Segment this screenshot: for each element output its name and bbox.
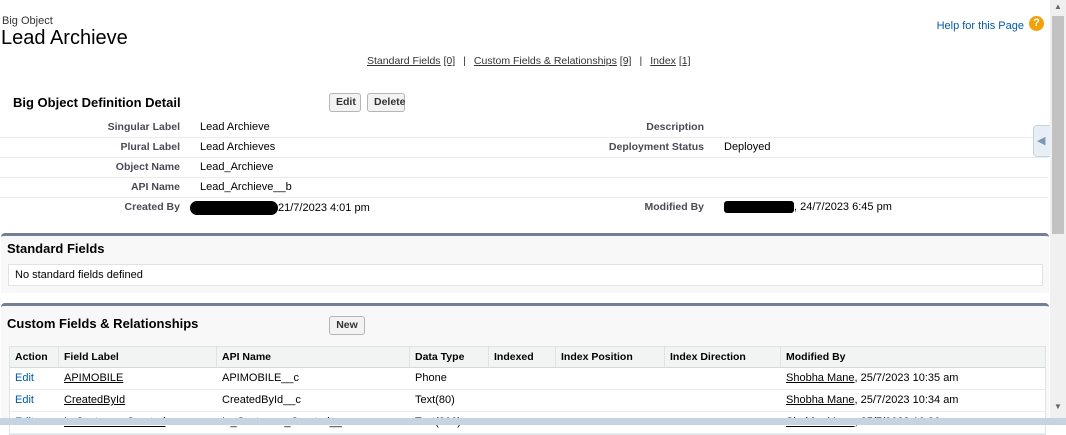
data-type: Text(80) <box>415 394 455 406</box>
edit-link[interactable]: Edit <box>15 394 34 406</box>
field-label: Modified By <box>644 201 705 213</box>
api-name: APIMOBILE__c <box>222 372 300 384</box>
field-label-link[interactable]: APIMOBILE <box>64 372 123 384</box>
field-label: Deployment Status <box>608 141 704 153</box>
field-label: Singular Label <box>107 121 180 133</box>
jump-custom-count[interactable]: [9] <box>620 55 632 67</box>
column-header[interactable]: Indexed <box>494 351 534 363</box>
field-label: Plural Label <box>120 141 180 153</box>
help-link[interactable]: Help for this Page <box>937 20 1024 32</box>
api-name: CreatedById__c <box>222 394 301 406</box>
scroll-up-arrow-icon[interactable]: ▲ <box>1050 2 1066 16</box>
created-date: 21/7/2023 4:01 pm <box>278 201 370 214</box>
field-value: Lead Archieve <box>200 121 270 133</box>
panel-title: Standard Fields <box>7 241 105 256</box>
column-header[interactable]: Field Label <box>64 351 119 363</box>
field-label: Description <box>646 121 704 133</box>
jump-index-count[interactable]: [1] <box>679 55 691 67</box>
jump-links: Standard Fields [0] | Custom Fields & Rela… <box>367 55 691 67</box>
bottom-bar <box>0 418 1066 425</box>
modified-date: , 24/7/2023 6:45 pm <box>794 201 892 213</box>
field-value: 21/7/2023 4:01 pm <box>190 201 370 215</box>
field-label: API Name <box>130 181 180 193</box>
field-label: Object Name <box>115 161 180 173</box>
separator: | <box>639 55 643 67</box>
detail-table: Singular Label Lead Archieve Description… <box>0 118 1048 217</box>
sidebar-toggle[interactable]: ◀ <box>1033 125 1050 157</box>
object-type-label: Big Object <box>2 15 53 27</box>
user-link[interactable]: Shobha Mane <box>786 394 855 406</box>
separator: | <box>463 55 466 67</box>
jump-custom-fields[interactable]: Custom Fields & Relationships <box>474 55 617 67</box>
field-label-link[interactable]: CreatedById <box>64 394 125 406</box>
delete-button[interactable]: Delete <box>367 93 406 112</box>
vertical-scrollbar[interactable]: ▲ ▼ <box>1050 0 1066 418</box>
modified-date: , 25/7/2023 10:34 am <box>854 394 959 406</box>
modified-date: , 25/7/2023 10:35 am <box>854 372 959 384</box>
custom-fields-panel: Custom Fields & Relationships New Action… <box>1 303 1049 435</box>
table-row: Edit APIMOBILE APIMOBILE__c Phone Shobha… <box>10 368 1045 390</box>
data-type: Phone <box>415 372 447 384</box>
standard-fields-panel: Standard Fields No standard fields defin… <box>1 233 1049 293</box>
edit-link[interactable]: Edit <box>15 372 34 384</box>
jump-index[interactable]: Index <box>650 55 676 67</box>
scroll-down-arrow-icon[interactable]: ▼ <box>1050 402 1066 416</box>
new-field-button[interactable]: New <box>329 316 365 335</box>
redacted-user <box>190 201 278 215</box>
column-header[interactable]: Index Direction <box>670 351 746 363</box>
panel-title: Custom Fields & Relationships <box>7 316 199 331</box>
field-value: , 24/7/2023 6:45 pm <box>724 201 892 214</box>
field-label: Created By <box>124 201 180 213</box>
column-header[interactable]: Index Position <box>561 351 633 363</box>
column-header[interactable]: Modified By <box>786 351 846 363</box>
modified-by: Shobha Mane, 25/7/2023 10:35 am <box>786 372 958 384</box>
detail-section-title: Big Object Definition Detail <box>13 95 181 110</box>
table-header: Action Field Label API Name Data Type In… <box>10 347 1045 368</box>
field-value: Lead_Archieve__b <box>200 181 292 193</box>
detail-row-object-name: Object Name Lead_Archieve <box>0 158 1048 178</box>
column-header[interactable]: Data Type <box>415 351 464 363</box>
detail-row-created-by: Created By 21/7/2023 4:01 pm Modified By… <box>0 198 1048 217</box>
field-value: Deployed <box>724 141 771 153</box>
field-value: Lead Archieves <box>200 141 276 153</box>
field-value: Lead_Archieve <box>200 161 274 173</box>
edit-button[interactable]: Edit <box>329 93 361 112</box>
detail-row-api-name: API Name Lead_Archieve__b <box>0 178 1048 198</box>
redacted-user <box>724 201 794 214</box>
table-row: Edit CreatedById CreatedById__c Text(80)… <box>10 390 1045 412</box>
column-header[interactable]: API Name <box>222 351 271 363</box>
modified-by: Shobha Mane, 25/7/2023 10:34 am <box>786 394 958 406</box>
jump-standard-fields[interactable]: Standard Fields <box>367 55 441 67</box>
page-title: Lead Archieve <box>1 27 128 49</box>
column-header[interactable]: Action <box>15 351 48 363</box>
chevron-left-icon: ◀ <box>1037 135 1046 147</box>
help-icon[interactable]: ? <box>1029 16 1044 31</box>
detail-row-singular-label: Singular Label Lead Archieve Description <box>0 118 1048 138</box>
empty-message: No standard fields defined <box>8 264 1043 286</box>
scroll-thumb[interactable] <box>1052 16 1064 234</box>
jump-standard-count[interactable]: [0] <box>443 55 455 67</box>
detail-row-plural-label: Plural Label Lead Archieves Deployment S… <box>0 138 1048 158</box>
user-link[interactable]: Shobha Mane <box>786 372 855 384</box>
